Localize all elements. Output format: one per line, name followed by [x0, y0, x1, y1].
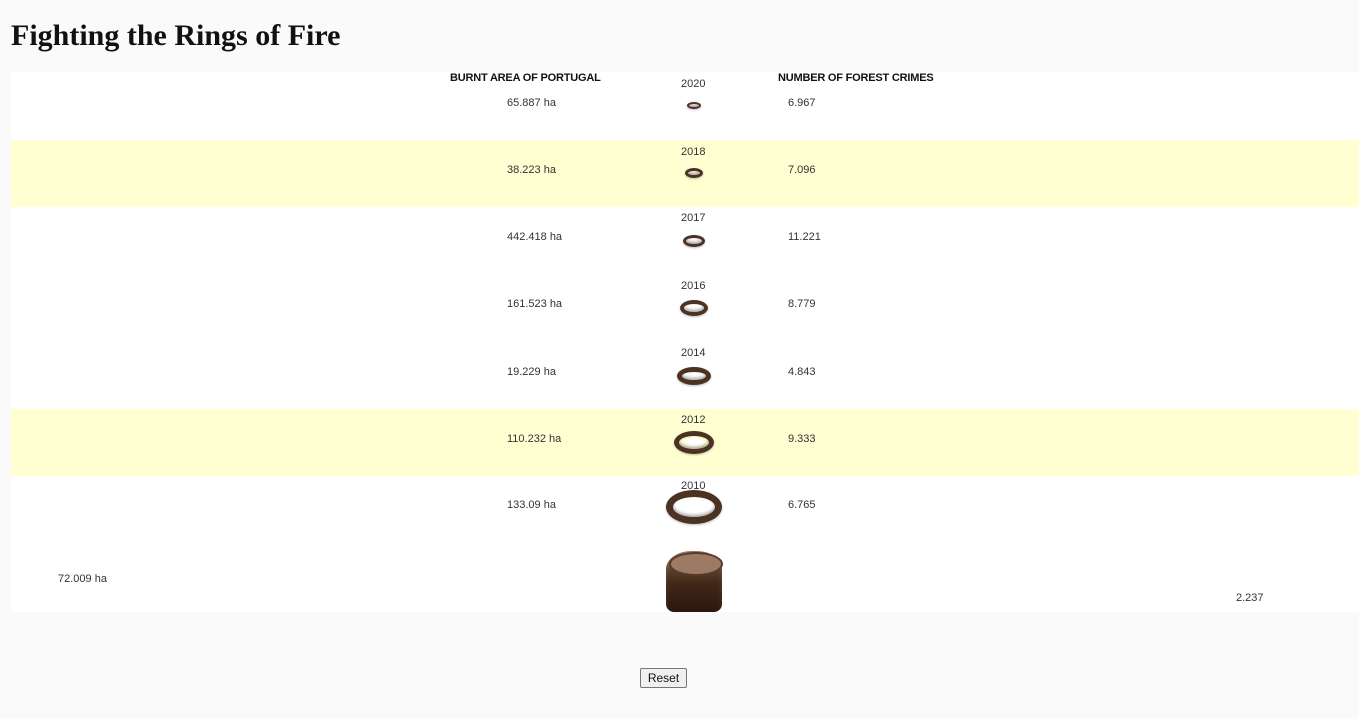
- forest-crimes-value: 4.843: [788, 366, 816, 378]
- forest-crimes-value: 6.967: [788, 97, 816, 109]
- extra-burnt-area-value: 72.009 ha: [58, 573, 107, 585]
- burnt-area-value: 19.229 ha: [507, 366, 556, 378]
- burnt-area-value: 110.232 ha: [507, 433, 562, 445]
- burnt-area-value: 442.418 ha: [507, 231, 563, 243]
- burnt-area-value: 65.887 ha: [507, 97, 556, 109]
- forest-crimes-value: 8.779: [788, 298, 816, 310]
- forest-crimes-value: 6.765: [788, 499, 816, 511]
- tree-ring-visualization: BURNT AREA OF PORTUGAL NUMBER OF FOREST …: [11, 72, 1359, 612]
- tree-ring-icon: [674, 431, 714, 454]
- reset-button[interactable]: Reset: [640, 668, 687, 688]
- tree-ring-icon: [685, 168, 703, 178]
- tree-ring-icon: [687, 102, 701, 109]
- forest-crimes-value: 11.221: [788, 231, 821, 243]
- forest-crimes-value: 9.333: [788, 433, 816, 445]
- year-label: 2012: [681, 414, 706, 426]
- tree-ring-icon: [683, 235, 705, 247]
- burnt-area-value: 133.09 ha: [507, 499, 556, 511]
- burnt-area-value: 161.523 ha: [507, 298, 563, 310]
- tree-stump-top-icon: [669, 552, 723, 576]
- year-label: 2014: [681, 347, 706, 359]
- year-label: 2017: [681, 212, 706, 224]
- tree-ring-icon: [680, 300, 708, 316]
- page-title: Fighting the Rings of Fire: [11, 19, 341, 52]
- tree-ring-icon: [666, 490, 722, 524]
- tree-ring-icon: [677, 367, 711, 385]
- year-label: 2016: [681, 280, 706, 292]
- forest-crimes-value: 7.096: [788, 164, 816, 176]
- forest-crimes-header: NUMBER OF FOREST CRIMES: [778, 72, 934, 84]
- year-label: 2020: [681, 78, 706, 90]
- burnt-area-header: BURNT AREA OF PORTUGAL: [450, 72, 601, 84]
- extra-forest-crimes-value: 2.237: [1236, 592, 1264, 604]
- year-label: 2018: [681, 146, 706, 158]
- burnt-area-value: 38.223 ha: [507, 164, 556, 176]
